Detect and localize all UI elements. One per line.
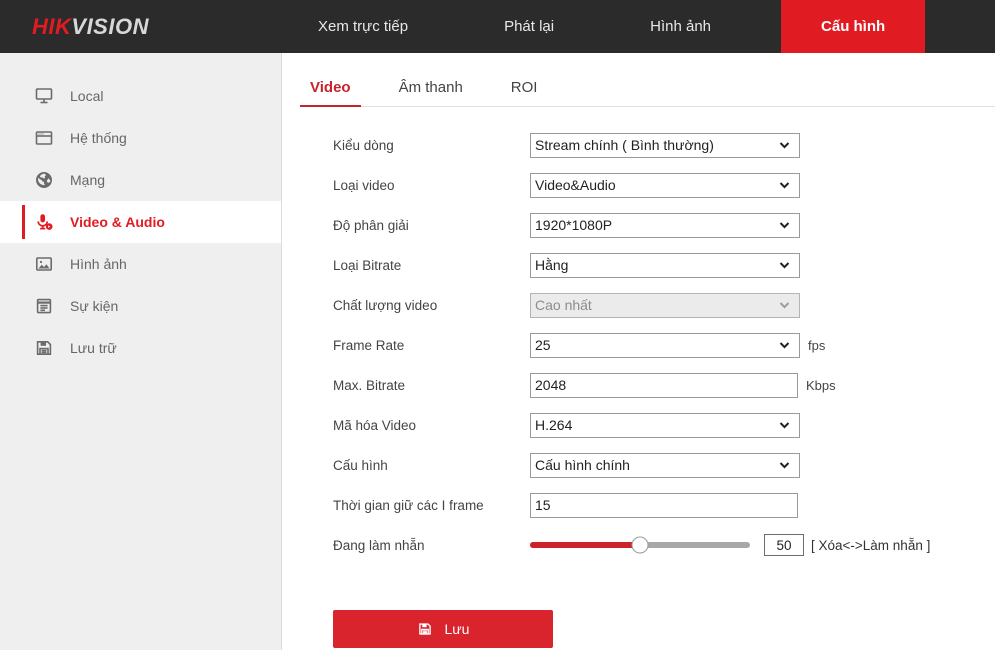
nav-item-playback[interactable]: Phát lại	[478, 0, 580, 53]
form-row-i-frame-interval: Thời gian giữ các I frame 15	[283, 485, 995, 525]
stream-type-value: Stream chính ( Bình thường)	[535, 136, 714, 153]
chevron-down-icon	[778, 139, 791, 152]
video-type-select[interactable]: Video&Audio	[530, 172, 800, 198]
sidebar-item-network[interactable]: Mạng	[0, 159, 281, 201]
video-encoding-label: Mã hóa Video	[333, 417, 417, 433]
sidebar-item-storage[interactable]: Lưu trữ	[0, 327, 281, 369]
sidebar-item-event[interactable]: Sự kiện	[0, 285, 281, 327]
brand-logo: HIK VISION	[0, 0, 282, 53]
max-bitrate-input[interactable]: 2048	[530, 372, 798, 398]
profile-value: Cấu hình chính	[535, 456, 630, 473]
form-row-bitrate-type: Loại Bitrate Hằng	[283, 245, 995, 285]
tab-video[interactable]: Video	[300, 79, 361, 107]
resolution-value: 1920*1080P	[535, 216, 613, 233]
i-frame-interval-input[interactable]: 15	[530, 492, 798, 518]
video-type-label: Loại video	[333, 177, 395, 193]
video-encoding-value: H.264	[535, 416, 573, 433]
floppy-disk-icon	[32, 336, 56, 360]
frame-rate-unit: fps	[808, 337, 826, 353]
sidebar-item-label: Mạng	[70, 172, 106, 188]
picture-icon	[32, 252, 56, 276]
stream-type-select[interactable]: Stream chính ( Bình thường)	[530, 132, 800, 158]
stream-type-label: Kiểu dòng	[333, 137, 394, 153]
window-icon	[32, 126, 56, 150]
tab-audio[interactable]: Âm thanh	[393, 79, 469, 106]
sidebar-item-label: Video & Audio	[70, 214, 165, 230]
content-area: Video Âm thanh ROI Kiểu dòng Stream chín…	[283, 53, 995, 650]
brand-logo-hik: HIK	[32, 13, 72, 39]
sidebar-item-video-audio[interactable]: Video & Audio	[0, 201, 281, 243]
video-encoding-select[interactable]: H.264	[530, 412, 800, 438]
frame-rate-value: 25	[535, 336, 551, 353]
video-quality-select: Cao nhất	[530, 292, 800, 318]
tab-bar: Video Âm thanh ROI	[300, 65, 995, 107]
sidebar-item-system[interactable]: Hệ thống	[0, 117, 281, 159]
chevron-down-icon	[778, 339, 791, 352]
bitrate-type-select[interactable]: Hằng	[530, 252, 800, 278]
smoothing-value-input[interactable]: 50	[764, 534, 804, 556]
form-row-video-quality: Chất lượng video Cao nhất	[283, 285, 995, 325]
chevron-down-icon	[778, 419, 791, 432]
save-button-label: Lưu	[444, 621, 470, 637]
smoothing-slider-handle[interactable]	[631, 536, 649, 554]
main-nav: Xem trực tiếp Phát lại Hình ảnh Cấu hình	[282, 0, 926, 53]
bitrate-type-value: Hằng	[535, 256, 569, 273]
nav-item-configuration[interactable]: Cấu hình	[781, 0, 926, 53]
brand-logo-vision: VISION	[71, 13, 149, 39]
save-button[interactable]: Lưu	[333, 610, 553, 648]
profile-select[interactable]: Cấu hình chính	[530, 452, 800, 478]
chevron-down-icon	[778, 219, 791, 232]
video-quality-value: Cao nhất	[535, 296, 592, 313]
sidebar: Local Hệ thống Mạng Video & Audio Hình ả…	[0, 53, 282, 650]
form-row-frame-rate: Frame Rate 25 fps	[283, 325, 995, 365]
floppy-disk-icon	[417, 621, 433, 637]
video-quality-label: Chất lượng video	[333, 297, 438, 313]
smoothing-slider-fill	[530, 542, 640, 548]
max-bitrate-value: 2048	[535, 376, 567, 393]
smoothing-slider[interactable]	[530, 536, 750, 554]
bitrate-type-label: Loại Bitrate	[333, 257, 402, 273]
frame-rate-label: Frame Rate	[333, 337, 405, 353]
smoothing-label: Đang làm nhẵn	[333, 537, 425, 553]
form-row-max-bitrate: Max. Bitrate 2048 Kbps	[283, 365, 995, 405]
form-row-video-encoding: Mã hóa Video H.264	[283, 405, 995, 445]
microphone-icon	[32, 210, 56, 234]
form-row-profile: Cấu hình Cấu hình chính	[283, 445, 995, 485]
sidebar-item-label: Hình ảnh	[70, 256, 127, 272]
video-type-value: Video&Audio	[535, 176, 616, 193]
max-bitrate-unit: Kbps	[806, 377, 836, 393]
i-frame-interval-value: 15	[535, 496, 551, 513]
monitor-icon	[32, 84, 56, 108]
sidebar-item-label: Lưu trữ	[70, 340, 117, 356]
nav-item-live-view[interactable]: Xem trực tiếp	[292, 0, 434, 53]
profile-label: Cấu hình	[333, 457, 388, 473]
top-header: HIK VISION Xem trực tiếp Phát lại Hình ản…	[0, 0, 995, 53]
sidebar-item-local[interactable]: Local	[0, 75, 281, 117]
frame-rate-select[interactable]: 25	[530, 332, 800, 358]
chevron-down-icon	[778, 299, 791, 312]
i-frame-interval-label: Thời gian giữ các I frame	[333, 497, 484, 513]
calendar-icon	[32, 294, 56, 318]
form-row-video-type: Loại video Video&Audio	[283, 165, 995, 205]
smoothing-value: 50	[776, 537, 792, 553]
resolution-select[interactable]: 1920*1080P	[530, 212, 800, 238]
form-row-stream-type: Kiểu dòng Stream chính ( Bình thường)	[283, 125, 995, 165]
smoothing-hint: [ Xóa<->Làm nhẵn ]	[811, 537, 931, 553]
form-row-smoothing: Đang làm nhẵn 50 [ Xóa<->Làm nhẵn ]	[283, 525, 995, 565]
sidebar-item-image[interactable]: Hình ảnh	[0, 243, 281, 285]
sidebar-item-label: Hệ thống	[70, 130, 127, 146]
resolution-label: Độ phân giải	[333, 217, 409, 233]
globe-icon	[32, 168, 56, 192]
video-settings-form: Kiểu dòng Stream chính ( Bình thường) Lo…	[283, 107, 995, 648]
save-row: Lưu	[283, 610, 995, 648]
max-bitrate-label: Max. Bitrate	[333, 377, 406, 393]
sidebar-item-label: Sự kiện	[70, 298, 119, 314]
chevron-down-icon	[778, 259, 791, 272]
chevron-down-icon	[778, 179, 791, 192]
tab-roi[interactable]: ROI	[505, 79, 544, 106]
chevron-down-icon	[778, 459, 791, 472]
nav-item-picture[interactable]: Hình ảnh	[624, 0, 737, 53]
form-row-resolution: Độ phân giải 1920*1080P	[283, 205, 995, 245]
sidebar-item-label: Local	[70, 88, 104, 104]
